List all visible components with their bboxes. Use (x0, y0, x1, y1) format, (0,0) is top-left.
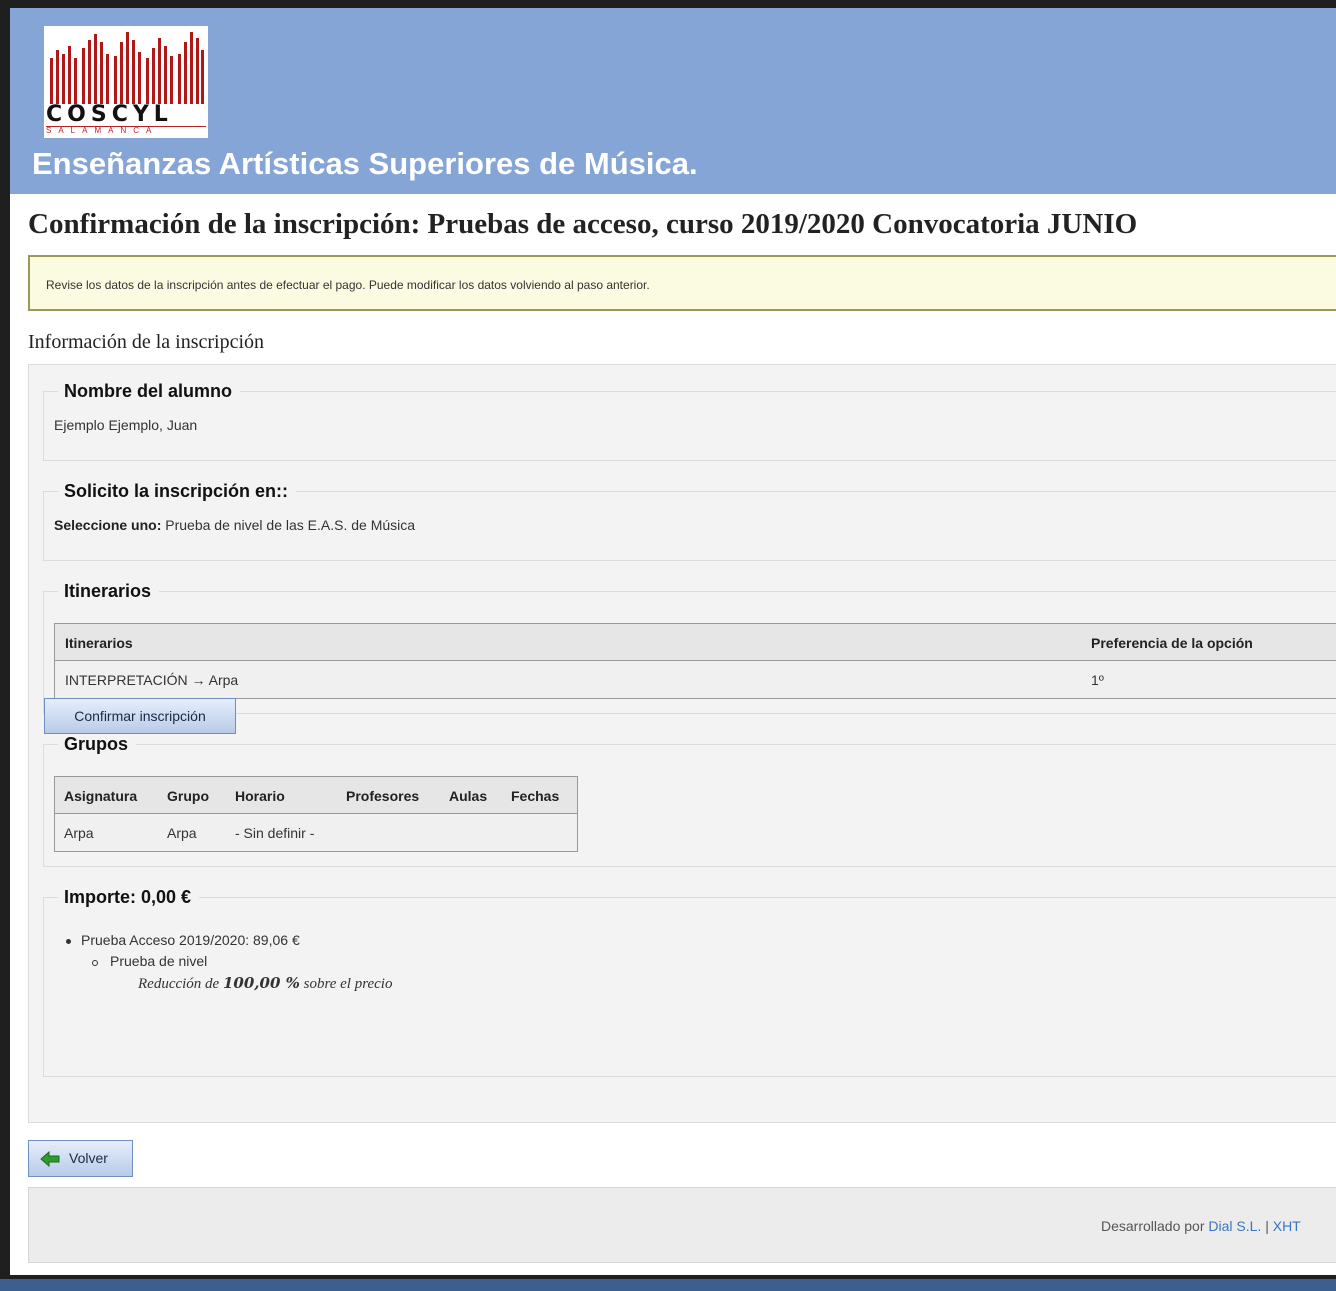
fieldset-itinerarios: Itinerarios Itinerarios Preferencia de l… (43, 581, 1336, 714)
column-header-asignatura: Asignatura (64, 788, 138, 804)
fieldset-student: Nombre del alumno Ejemplo Ejemplo, Juan (43, 381, 1336, 461)
footer-link-xhtml[interactable]: XHT (1273, 1218, 1301, 1234)
fieldset-grupos: Grupos Asignatura Grupo Horario Profesor… (43, 734, 1336, 867)
frame-bottom-bar (0, 1275, 1336, 1291)
table-header-row: Itinerarios Preferencia de la opción (55, 624, 1336, 661)
column-header-itinerarios: Itinerarios (65, 635, 133, 651)
back-label: Volver (69, 1150, 108, 1166)
cell-asignatura: Arpa (64, 825, 94, 841)
footer-separator: | (1265, 1218, 1269, 1234)
column-header-grupo: Grupo (167, 788, 209, 804)
confirm-inscription-button[interactable]: Confirmar inscripción (44, 698, 236, 734)
legend-importe: Importe: 0,00 € (58, 887, 200, 908)
site-header: COSCYL SALAMANCA Enseñanzas Artísticas S… (10, 8, 1336, 194)
table-row: INTERPRETACIÓN → Arpa 1º (55, 661, 1336, 698)
column-header-fechas: Fechas (511, 788, 560, 804)
frame-top-border (0, 0, 1336, 8)
enrollment-value: Prueba de nivel de las E.A.S. de Música (165, 517, 416, 533)
table-row: Arpa Arpa - Sin definir - (55, 814, 577, 851)
legend-enrollment: Solicito la inscripción en:: (58, 481, 297, 502)
table-header-row: Asignatura Grupo Horario Profesores Aula… (55, 777, 577, 814)
cell-horario: - Sin definir - (235, 825, 315, 841)
frame-left-border (0, 0, 10, 1291)
column-header-horario: Horario (235, 788, 285, 804)
legend-student: Nombre del alumno (58, 381, 241, 402)
fieldset-importe: Importe: 0,00 € Prueba Acceso 2019/2020:… (43, 887, 1336, 1077)
logo-text: COSCYL (46, 102, 173, 127)
list-subitem: Prueba de nivel (110, 953, 208, 969)
section-title: Información de la inscripción (28, 331, 265, 353)
reduction-text: Reducción de 100,00 % sobre el precio (138, 974, 392, 993)
page-footer: Desarrollado por Dial S.L. | XHT (28, 1187, 1336, 1263)
logo-bars-icon (50, 32, 204, 104)
footer-link-dial[interactable]: Dial S.L. (1208, 1218, 1261, 1234)
page-title: Confirmación de la inscripción: Pruebas … (28, 208, 1138, 240)
fieldset-enrollment: Solicito la inscripción en:: Seleccione … (43, 481, 1336, 561)
reduction-value: 100,00 % (222, 974, 300, 992)
reduction-suffix: sobre el precio (303, 976, 393, 992)
footer-prefix: Desarrollado por (1101, 1218, 1205, 1234)
back-arrow-icon (40, 1151, 60, 1167)
column-header-preferencia: Preferencia de la opción (1091, 635, 1253, 651)
notice-text: Revise los datos de la inscripción antes… (46, 278, 650, 292)
student-name: Ejemplo Ejemplo, Juan (54, 417, 198, 433)
cell-grupo: Arpa (167, 825, 197, 841)
list-item: Prueba Acceso 2019/2020: 89,06 € (81, 932, 300, 948)
cell-preferencia: 1º (1091, 672, 1104, 688)
itinerarios-table: Itinerarios Preferencia de la opción INT… (54, 623, 1336, 699)
site-title: Enseñanzas Artísticas Superiores de Músi… (32, 146, 698, 181)
reduction-prefix: Reducción de (138, 976, 220, 992)
bullet-disc-icon (66, 939, 71, 944)
cell-itinerario: INTERPRETACIÓN → Arpa (65, 672, 239, 688)
browser-frame: COSCYL SALAMANCA Enseñanzas Artísticas S… (0, 0, 1336, 1291)
info-notice: Revise los datos de la inscripción antes… (28, 255, 1336, 311)
inscription-panel: Nombre del alumno Ejemplo Ejemplo, Juan … (28, 364, 1336, 1123)
footer-credits: Desarrollado por Dial S.L. | XHT (1101, 1218, 1301, 1234)
grupos-table: Asignatura Grupo Horario Profesores Aula… (54, 776, 578, 852)
column-header-aulas: Aulas (449, 788, 488, 804)
legend-itinerarios: Itinerarios (58, 581, 160, 602)
enrollment-label: Seleccione uno: (54, 517, 162, 533)
enrollment-selection: Seleccione uno: Prueba de nivel de las E… (54, 517, 415, 533)
column-header-profesores: Profesores (346, 788, 420, 804)
legend-grupos: Grupos (58, 734, 137, 755)
coscyl-logo[interactable]: COSCYL SALAMANCA (44, 26, 208, 138)
logo-subtext: SALAMANCA (46, 126, 159, 135)
back-button[interactable]: Volver (28, 1140, 133, 1177)
bullet-circle-icon (92, 960, 98, 966)
